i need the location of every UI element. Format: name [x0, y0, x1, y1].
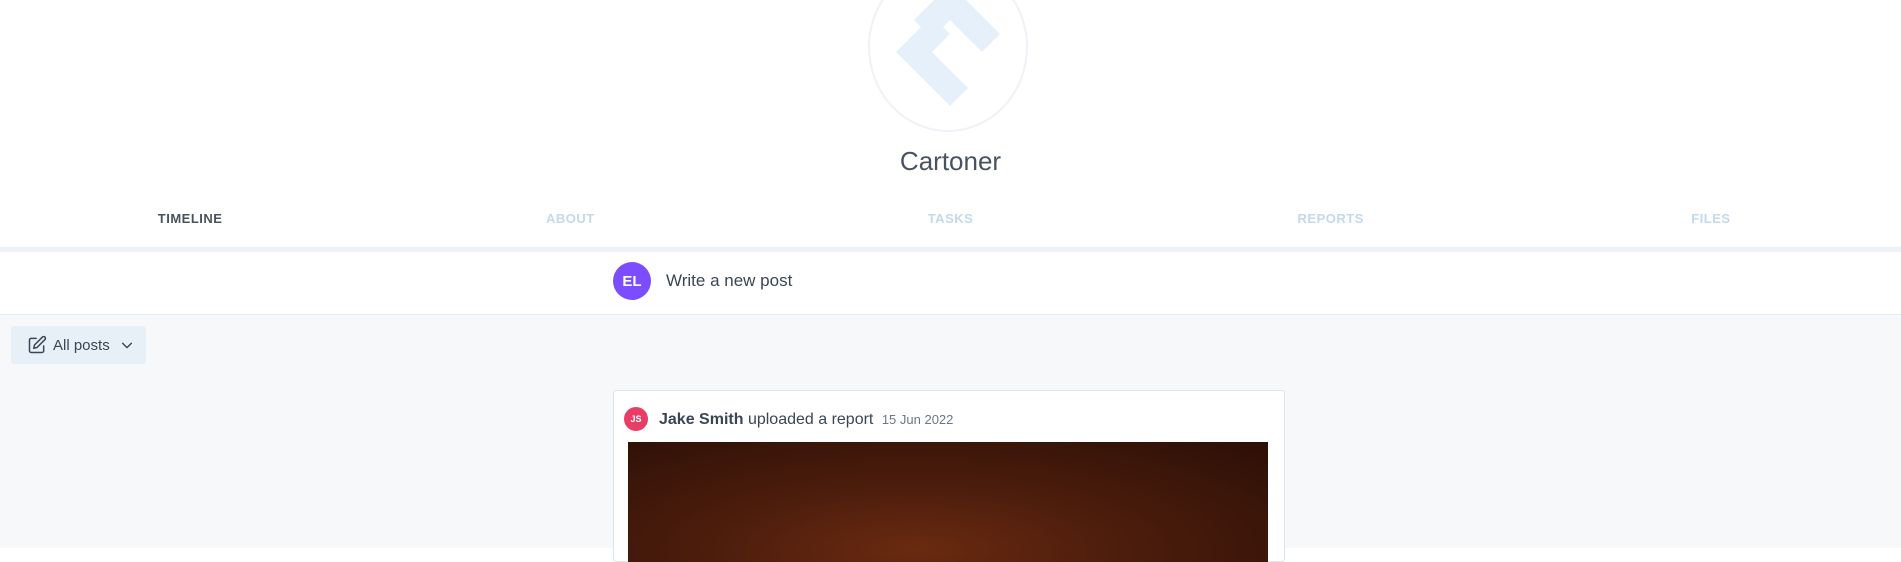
tab-tasks[interactable]: TASKS	[760, 207, 1140, 247]
tab-files[interactable]: FILES	[1521, 207, 1901, 247]
avatar: EL	[613, 262, 651, 300]
diamond-logo-icon	[896, 0, 1000, 106]
avatar: JS	[624, 407, 648, 431]
edit-icon	[28, 335, 47, 354]
profile-tabs: TIMELINE ABOUT TASKS REPORTS FILES	[0, 207, 1901, 268]
post-composer: EL Write a new post	[0, 252, 1901, 315]
company-name: Cartoner	[899, 146, 1002, 176]
post-header: Jake Smith uploaded a report 15 Jun 2022	[659, 411, 953, 429]
post-author-link[interactable]: Jake Smith	[659, 411, 743, 428]
post-filter-dropdown[interactable]: All posts	[11, 326, 146, 364]
company-logo	[868, 0, 1028, 132]
filter-label: All posts	[53, 336, 110, 354]
post-date: 15 Jun 2022	[881, 412, 954, 427]
new-post-input[interactable]: Write a new post	[666, 271, 792, 291]
report-preview-image[interactable]	[628, 442, 1268, 562]
post-action: uploaded a report	[747, 411, 874, 428]
chevron-down-icon	[121, 342, 132, 349]
tab-reports[interactable]: REPORTS	[1141, 207, 1521, 247]
tab-about[interactable]: ABOUT	[380, 207, 760, 247]
tab-timeline[interactable]: TIMELINE	[0, 207, 381, 268]
post-card: JS Jake Smith uploaded a report 15 Jun 2…	[613, 390, 1285, 562]
